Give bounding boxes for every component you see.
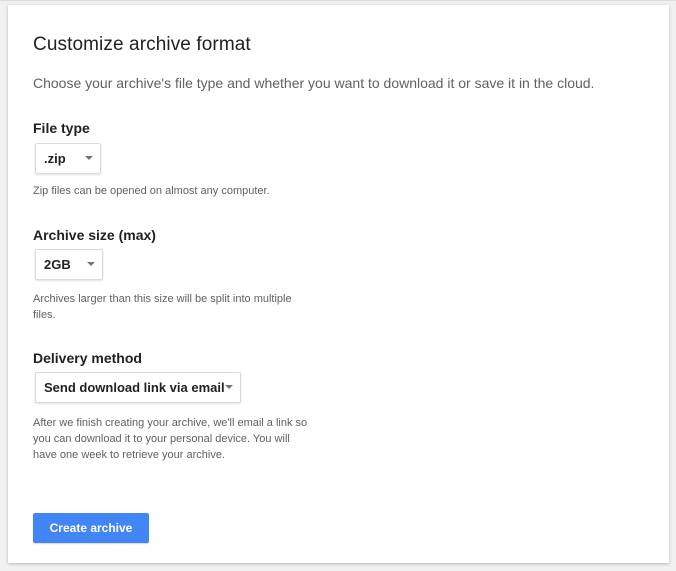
- caret-down-icon: [225, 385, 233, 389]
- archive-size-label: Archive size (max): [33, 227, 156, 243]
- delivery-method-label: Delivery method: [33, 350, 142, 366]
- archive-size-value: 2GB: [44, 257, 71, 272]
- top-divider: [0, 0, 676, 1]
- delivery-method-select[interactable]: Send download link via email: [35, 372, 241, 403]
- caret-down-icon: [85, 156, 93, 160]
- archive-size-help: Archives larger than this size will be s…: [33, 291, 292, 323]
- file-type-value: .zip: [44, 151, 66, 166]
- page-description: Choose your archive's file type and whet…: [33, 75, 595, 91]
- file-type-label: File type: [33, 120, 90, 136]
- page-title: Customize archive format: [33, 34, 251, 55]
- caret-down-icon: [87, 262, 95, 266]
- delivery-help-line: have one week to retrieve your archive.: [33, 449, 225, 461]
- delivery-method-help: After we finish creating your archive, w…: [33, 415, 307, 463]
- archive-size-help-line: Archives larger than this size will be s…: [33, 293, 292, 305]
- create-archive-button[interactable]: Create archive: [33, 513, 149, 543]
- archive-size-help-line: files.: [33, 309, 56, 321]
- archive-size-select[interactable]: 2GB: [35, 249, 103, 280]
- archive-format-card: Customize archive format Choose your arc…: [8, 5, 669, 563]
- delivery-method-value: Send download link via email: [44, 380, 225, 395]
- file-type-help: Zip files can be opened on almost any co…: [33, 185, 270, 197]
- file-type-select[interactable]: .zip: [35, 143, 101, 174]
- delivery-help-line: you can download it to your personal dev…: [33, 433, 290, 445]
- delivery-help-line: After we finish creating your archive, w…: [33, 417, 308, 429]
